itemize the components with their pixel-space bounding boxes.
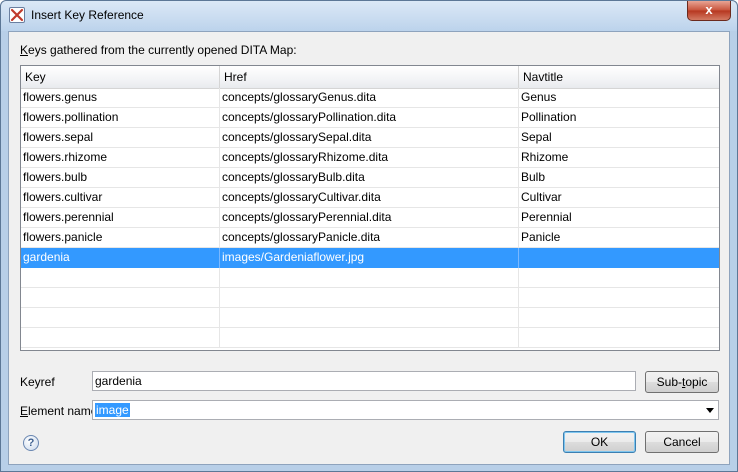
cell-navtitle: Bulb	[521, 170, 546, 184]
cell-navtitle: Pollination	[521, 110, 577, 124]
cell-navtitle: Perennial	[521, 210, 572, 224]
cell-href	[220, 328, 519, 348]
keys-intro-label: Keys gathered from the currently opened …	[20, 43, 297, 57]
cell-href: concepts/glossaryBulb.dita	[220, 168, 519, 188]
intro-text: eys gathered from the currently opened D…	[28, 43, 297, 57]
cell-href: concepts/glossaryCultivar.dita	[220, 188, 519, 208]
cell-key: flowers.bulb	[21, 168, 220, 188]
cell-key: gardenia	[21, 248, 220, 268]
table-row[interactable]: flowers.genus concepts/glossaryGenus.dita…	[21, 88, 719, 108]
window-title: Insert Key Reference	[31, 8, 144, 22]
cell-key: flowers.genus	[21, 88, 220, 108]
cell-href: images/Gardeniaflower.jpg	[220, 248, 519, 268]
keyref-label: Keyref	[20, 375, 55, 389]
cell-href	[220, 288, 519, 308]
cell-navtitle: Genus	[521, 90, 557, 104]
cell-key: flowers.perennial	[21, 208, 220, 228]
element-name-label: Element name	[20, 404, 97, 418]
cell-key: flowers.rhizome	[21, 148, 220, 168]
table-row[interactable]: flowers.bulb concepts/glossaryBulb.dita Bu…	[21, 168, 719, 188]
element-name-value: image	[95, 403, 130, 417]
empty-row[interactable]	[21, 328, 719, 348]
title-bar[interactable]: Insert Key Reference x	[1, 1, 737, 31]
empty-row[interactable]	[21, 308, 719, 328]
cell-href	[220, 268, 519, 288]
app-icon	[9, 7, 25, 23]
ok-button[interactable]: OK	[563, 431, 636, 453]
element-name-mnemonic: E	[20, 404, 29, 418]
sub-topic-label-rest: opic	[685, 375, 708, 389]
sub-topic-button[interactable]: Sub-topic	[645, 371, 719, 393]
cell-href: concepts/glossaryPanicle.dita	[220, 228, 519, 248]
element-name-label-text: lement name	[28, 404, 98, 418]
sub-topic-label-prefix: Sub-	[656, 375, 682, 389]
intro-mnemonic: K	[20, 43, 29, 57]
cell-key	[21, 328, 220, 348]
cell-navtitle	[519, 268, 719, 288]
cell-href: concepts/glossaryGenus.dita	[220, 88, 519, 108]
cell-navtitle	[519, 308, 719, 328]
cell-href: concepts/glossarySepal.dita	[220, 128, 519, 148]
element-name-combo[interactable]: image	[92, 400, 719, 420]
cell-href	[220, 308, 519, 328]
cell-key: flowers.sepal	[21, 128, 220, 148]
cell-key	[21, 308, 220, 328]
cell-key: flowers.pollination	[21, 108, 220, 128]
cell-key: flowers.cultivar	[21, 188, 220, 208]
cell-key	[21, 268, 220, 288]
table-row[interactable]: flowers.pollination concepts/glossaryPoll…	[21, 108, 719, 128]
table-row[interactable]: flowers.rhizome concepts/glossaryRhizome.…	[21, 148, 719, 168]
dialog-body: Keys gathered from the currently opened …	[8, 31, 730, 465]
cell-href: concepts/glossaryPollination.dita	[220, 108, 519, 128]
cell-key: flowers.panicle	[21, 228, 220, 248]
cell-href: concepts/glossaryRhizome.dita	[220, 148, 519, 168]
empty-row[interactable]	[21, 268, 719, 288]
column-header-key[interactable]: Key	[21, 66, 220, 88]
cell-navtitle: Sepal	[521, 130, 552, 144]
table-row[interactable]: flowers.perennial concepts/glossaryPerenn…	[21, 208, 719, 228]
cancel-button[interactable]: Cancel	[645, 431, 719, 453]
table-row[interactable]: gardenia images/Gardeniaflower.jpg	[21, 248, 719, 268]
table-row[interactable]: flowers.sepal concepts/glossarySepal.dita…	[21, 128, 719, 148]
column-header-href[interactable]: Href	[220, 66, 519, 88]
table-row[interactable]: flowers.cultivar concepts/glossaryCultiva…	[21, 188, 719, 208]
empty-row[interactable]	[21, 288, 719, 308]
cell-navtitle: Cultivar	[521, 190, 562, 204]
chevron-down-icon[interactable]	[706, 408, 714, 413]
cell-navtitle: Panicle	[521, 230, 561, 244]
cell-navtitle	[519, 288, 719, 308]
keyref-input[interactable]	[92, 371, 636, 391]
help-icon[interactable]: ?	[23, 435, 39, 451]
cell-href: concepts/glossaryPerennial.dita	[220, 208, 519, 228]
cell-navtitle	[519, 328, 719, 348]
column-header-navtitle[interactable]: Navtitle	[519, 66, 719, 88]
table-row[interactable]: flowers.panicle concepts/glossaryPanicle.…	[21, 228, 719, 248]
dialog-window: Insert Key Reference x Keys gathered fro…	[0, 0, 738, 472]
table-header: Key Href Navtitle	[21, 66, 719, 89]
close-icon[interactable]: x	[687, 1, 731, 21]
cell-navtitle: Rhizome	[521, 150, 569, 164]
keys-table[interactable]: Key Href Navtitle flowers.genus concepts/…	[20, 65, 720, 351]
cell-navtitle	[519, 248, 719, 268]
cell-key	[21, 288, 220, 308]
